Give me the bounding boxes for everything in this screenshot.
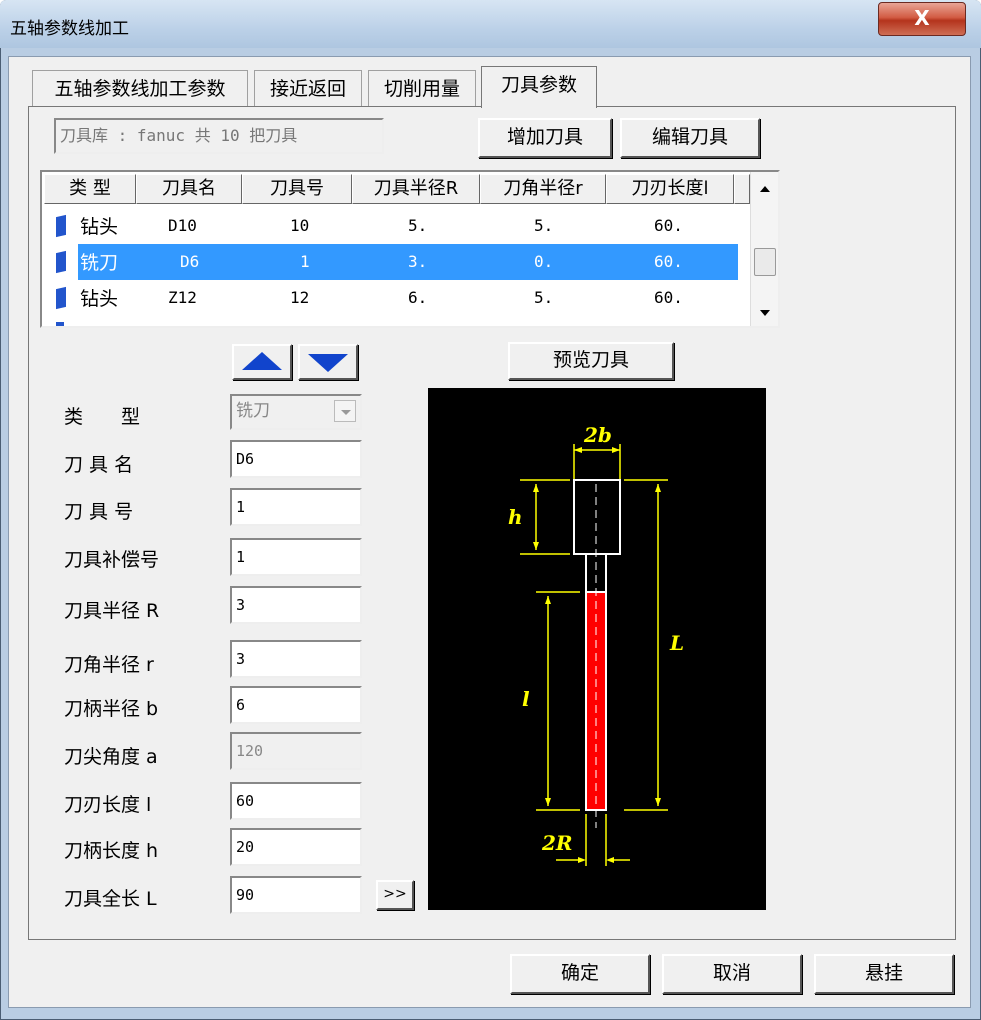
cell-name: D6 <box>180 252 200 271</box>
title-bar[interactable]: 五轴参数线加工 X <box>0 0 981 48</box>
cell-length: 60. <box>654 252 683 271</box>
cancel-button[interactable]: 取消 <box>662 954 802 994</box>
edge-length-field[interactable]: 60 <box>230 782 362 820</box>
tool-name-label: 刀 具 名 <box>64 454 134 476</box>
comp-number-label: 刀具补偿号 <box>64 549 160 571</box>
cell-type: 钻头 <box>80 216 119 238</box>
diagram-label-2R: 2R <box>541 831 573 855</box>
tool-diagram: 2b h L l 2R <box>508 423 684 866</box>
window-title: 五轴参数线加工 <box>10 19 129 39</box>
cell-name: D10 <box>168 216 197 235</box>
tab-tool-params[interactable]: 刀具参数 <box>481 66 597 108</box>
tab-label: 接近返回 <box>269 78 346 100</box>
total-length-field[interactable]: 90 <box>230 876 362 914</box>
preview-tool-button[interactable]: 预览刀具 <box>508 342 674 380</box>
column-header-length[interactable]: 刀刃长度l <box>606 174 734 204</box>
shank-length-label: 刀柄长度 h <box>64 840 159 862</box>
table-row-selected[interactable]: 铣刀 D6 1 3. 0. 60. <box>48 244 738 280</box>
type-select-value: 铣刀 <box>236 401 270 421</box>
tab-label: 五轴参数线加工参数 <box>54 78 226 100</box>
column-header-filler <box>734 174 750 204</box>
mill-icon <box>56 250 66 274</box>
tab-label: 刀具参数 <box>500 74 577 96</box>
cell-number: 1 <box>300 252 310 271</box>
scroll-thumb[interactable] <box>754 248 776 276</box>
tab-approach[interactable]: 接近返回 <box>254 70 362 106</box>
total-length-label: 刀具全长 L <box>64 888 157 910</box>
column-header-radius[interactable]: 刀具半径R <box>352 174 480 204</box>
cell-corner: 5. <box>534 216 554 235</box>
column-header-corner[interactable]: 刀角半径r <box>480 174 606 204</box>
comp-number-field[interactable]: 1 <box>230 538 362 576</box>
corner-radius-label: 刀角半径 r <box>64 654 154 676</box>
tool-library-text: 刀具库 : fanuc 共 10 把刀具 <box>60 126 298 145</box>
cell-corner: 0. <box>534 252 554 271</box>
move-down-button[interactable] <box>298 344 358 380</box>
scroll-up-icon[interactable] <box>760 186 770 192</box>
hang-button[interactable]: 悬挂 <box>814 954 954 994</box>
arrow-down-icon <box>308 354 348 372</box>
drill-icon <box>56 214 66 238</box>
table-row[interactable]: 钻头 Z12 12 6. 5. 60. <box>48 280 738 316</box>
tool-number-field[interactable]: 1 <box>230 488 362 526</box>
tip-angle-field: 120 <box>230 732 362 770</box>
diagram-label-h: h <box>508 505 523 529</box>
diagram-label-L: L <box>669 631 684 655</box>
chevron-down-icon <box>334 400 356 422</box>
type-select: 铣刀 <box>230 394 362 430</box>
tool-name-field[interactable]: D6 <box>230 440 362 478</box>
tool-library-display: 刀具库 : fanuc 共 10 把刀具 <box>54 118 384 154</box>
tab-cutting[interactable]: 切削用量 <box>368 70 476 106</box>
scroll-down-icon[interactable] <box>760 310 770 316</box>
tool-preview: 2b h L l 2R <box>428 388 766 910</box>
shank-radius-label: 刀柄半径 b <box>64 698 159 720</box>
cell-radius: 5. <box>408 216 428 235</box>
close-button[interactable]: X <box>878 2 966 36</box>
tab-label: 切削用量 <box>383 78 460 100</box>
corner-radius-field[interactable]: 3 <box>230 640 362 678</box>
column-header-name[interactable]: 刀具名 <box>136 174 242 204</box>
diagram-label-2b: 2b <box>583 423 612 447</box>
diagram-label-l: l <box>522 687 530 711</box>
edit-tool-button[interactable]: 编辑刀具 <box>620 118 760 158</box>
close-icon: X <box>914 6 930 30</box>
shank-length-field[interactable]: 20 <box>230 828 362 866</box>
cell-length: 60. <box>654 216 683 235</box>
tool-table[interactable]: 类 型 刀具名 刀具号 刀具半径R 刀角半径r 刀刃长度l 钻头 D10 10 … <box>40 170 780 328</box>
cell-number: 10 <box>290 216 310 235</box>
cell-length: 60. <box>654 288 683 307</box>
cell-number: 12 <box>290 288 310 307</box>
cell-corner: 5. <box>534 288 554 307</box>
more-button[interactable]: >> <box>376 880 414 910</box>
next-row-icon <box>56 322 64 326</box>
table-row[interactable]: 钻头 D10 10 5. 5. 60. <box>48 208 738 244</box>
type-label: 类 型 <box>64 406 141 428</box>
column-header-type[interactable]: 类 型 <box>44 174 136 204</box>
column-header-number[interactable]: 刀具号 <box>242 174 352 204</box>
edge-length-label: 刀刃长度 l <box>64 794 152 816</box>
table-scrollbar[interactable] <box>750 172 778 326</box>
arrow-up-icon <box>242 352 282 370</box>
cell-name: Z12 <box>168 288 197 307</box>
cell-type: 钻头 <box>80 288 119 310</box>
drill-icon <box>56 286 66 310</box>
cell-radius: 6. <box>408 288 428 307</box>
add-tool-button[interactable]: 增加刀具 <box>478 118 612 158</box>
ok-button[interactable]: 确定 <box>510 954 650 994</box>
move-up-button[interactable] <box>232 344 292 380</box>
tool-number-label: 刀 具 号 <box>64 501 134 523</box>
tool-radius-field[interactable]: 3 <box>230 586 362 624</box>
cell-radius: 3. <box>408 252 428 271</box>
tab-params[interactable]: 五轴参数线加工参数 <box>32 70 248 106</box>
tip-angle-label: 刀尖角度 a <box>64 746 158 768</box>
shank-radius-field[interactable]: 6 <box>230 686 362 724</box>
tool-radius-label: 刀具半径 R <box>64 600 160 622</box>
cell-type: 铣刀 <box>80 252 119 274</box>
